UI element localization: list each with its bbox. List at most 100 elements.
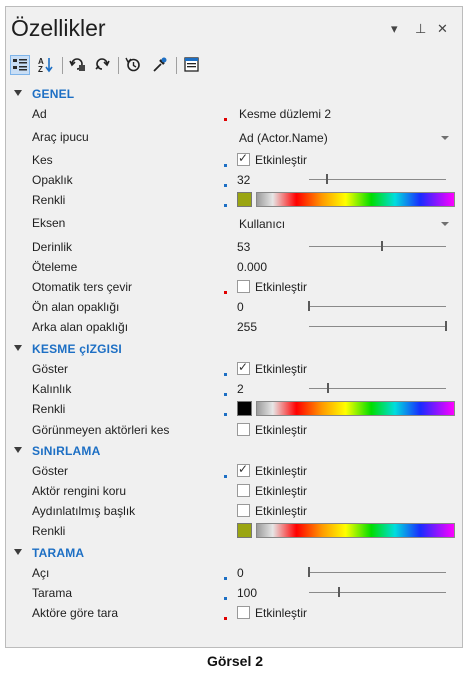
property-name: Araç ipucu (32, 130, 89, 144)
close-icon[interactable]: ✕ (437, 21, 448, 37)
property-row-aktor-rengini-koru[interactable]: Aktör rengini koru Etkinleştir (6, 481, 462, 501)
undo-icon[interactable] (68, 55, 88, 75)
property-value-input[interactable]: 53 (237, 240, 250, 254)
modified-marker (224, 184, 227, 187)
property-row-tarama[interactable]: Tarama 100 (6, 583, 462, 603)
property-name: Aktöre göre tara (32, 606, 119, 620)
property-name: Ön alan opaklığı (32, 300, 120, 314)
property-value-input[interactable]: 0 (237, 566, 244, 580)
property-row-aci[interactable]: Açı 0 (6, 563, 462, 583)
property-value-input[interactable]: 32 (237, 173, 250, 187)
property-row-renkli[interactable]: Renkli (6, 399, 462, 419)
pin-icon[interactable]: ⊥ (415, 21, 426, 37)
collapse-triangle-icon[interactable] (14, 447, 22, 453)
slider-thumb[interactable] (381, 241, 383, 251)
redo-icon[interactable] (92, 55, 112, 75)
checkbox-label: Etkinleştir (255, 362, 308, 376)
back-opacity-slider[interactable] (309, 326, 446, 327)
property-name: Tarama (32, 586, 73, 600)
chevron-down-icon[interactable] (441, 136, 449, 140)
property-row-arka-alan-opakligi[interactable]: Arka alan opaklığı 255 (6, 317, 462, 337)
eyedropper-icon[interactable] (150, 55, 170, 75)
property-row-oteleme[interactable]: Öteleme 0.000 (6, 257, 462, 277)
toolbar-separator (118, 57, 119, 74)
property-pages-icon[interactable] (182, 55, 202, 75)
collapse-triangle-icon[interactable] (14, 345, 22, 351)
opacity-slider[interactable] (309, 179, 446, 180)
property-row-kalinlik[interactable]: Kalınlık 2 (6, 379, 462, 399)
property-name: Ad (32, 107, 47, 121)
enable-checkbox[interactable] (237, 280, 250, 293)
panel-title-bar: Özellikler ▾ ⊥ ✕ (6, 7, 462, 49)
property-row-goster[interactable]: Göster ✓ Etkinleştir (6, 359, 462, 379)
property-row-arac-ipucu[interactable]: Araç ipucu Ad (Actor.Name) (6, 126, 462, 148)
thickness-slider[interactable] (309, 388, 446, 389)
axis-select[interactable]: Kullanıcı (239, 217, 285, 231)
property-value-input[interactable]: 0 (237, 300, 244, 314)
property-row-otomatik-ters-cevir[interactable]: Otomatik ters çevir Etkinleştir (6, 277, 462, 297)
property-value-input[interactable]: 0.000 (237, 260, 267, 274)
property-value-input[interactable]: 2 (237, 382, 244, 396)
enable-checkbox[interactable]: ✓ (237, 462, 250, 477)
slider-thumb[interactable] (308, 567, 310, 577)
required-marker (224, 118, 227, 121)
dropdown-icon[interactable]: ▾ (391, 21, 398, 37)
depth-slider[interactable] (309, 246, 446, 247)
property-row-derinlik[interactable]: Derinlik 53 (6, 237, 462, 257)
modified-marker (224, 393, 227, 396)
enable-checkbox[interactable]: ✓ (237, 360, 250, 375)
required-marker (224, 291, 227, 294)
enable-checkbox[interactable] (237, 504, 250, 517)
enable-checkbox[interactable] (237, 423, 250, 436)
reset-icon[interactable] (124, 55, 144, 75)
slider-thumb[interactable] (445, 321, 447, 331)
category-kesme-cizgisi[interactable]: KESME çIZGISI (6, 339, 462, 358)
tooltip-select[interactable]: Ad (Actor.Name) (239, 131, 328, 145)
color-spectrum-picker[interactable] (256, 523, 455, 538)
alphabetical-sort-icon[interactable]: AZ (36, 55, 56, 75)
property-row-renkli[interactable]: Renkli (6, 521, 462, 541)
property-row-aktore-gore-tara[interactable]: Aktöre göre tara Etkinleştir (6, 603, 462, 623)
color-swatch[interactable] (237, 192, 252, 207)
checkbox-label: Etkinleştir (255, 280, 308, 294)
property-name: Öteleme (32, 260, 78, 274)
property-value-input[interactable]: 100 (237, 586, 257, 600)
property-row-ad[interactable]: Ad Kesme düzlemi 2 (6, 104, 462, 124)
property-value-input[interactable]: 255 (237, 320, 257, 334)
toolbar-separator (176, 57, 177, 74)
slider-thumb[interactable] (327, 383, 329, 393)
enable-checkbox[interactable] (237, 606, 250, 619)
property-name: Görünmeyen aktörleri kes (32, 423, 170, 437)
category-genel[interactable]: GENEL (6, 84, 462, 103)
property-name: Aydınlatılmış başlık (32, 504, 136, 518)
slider-thumb[interactable] (308, 301, 310, 311)
property-row-gorunmeyen-aktorleri-kes[interactable]: Görünmeyen aktörleri kes Etkinleştir (6, 420, 462, 440)
property-row-renkli[interactable]: Renkli (6, 190, 462, 210)
color-spectrum-picker[interactable] (256, 192, 455, 207)
hatch-slider[interactable] (309, 592, 446, 593)
color-swatch[interactable] (237, 523, 252, 538)
color-spectrum-picker[interactable] (256, 401, 455, 416)
enable-checkbox[interactable]: ✓ (237, 151, 250, 166)
property-row-on-alan-opakligi[interactable]: Ön alan opaklığı 0 (6, 297, 462, 317)
property-name: Aktör rengini koru (32, 484, 127, 498)
slider-thumb[interactable] (326, 174, 328, 184)
category-tarama[interactable]: TARAMA (6, 543, 462, 562)
chevron-down-icon[interactable] (441, 222, 449, 226)
property-row-goster[interactable]: Göster ✓ Etkinleştir (6, 461, 462, 481)
property-row-eksen[interactable]: Eksen Kullanıcı (6, 212, 462, 234)
enable-checkbox[interactable] (237, 484, 250, 497)
property-row-opaklik[interactable]: Opaklık 32 (6, 170, 462, 190)
collapse-triangle-icon[interactable] (14, 549, 22, 555)
collapse-triangle-icon[interactable] (14, 90, 22, 96)
slider-thumb[interactable] (338, 587, 340, 597)
color-swatch[interactable] (237, 401, 252, 416)
property-value-input[interactable]: Kesme düzlemi 2 (239, 107, 331, 121)
angle-slider[interactable] (309, 572, 446, 573)
category-label: TARAMA (32, 546, 85, 560)
categorized-view-icon[interactable] (10, 55, 30, 75)
front-opacity-slider[interactable] (309, 306, 446, 307)
property-row-kes[interactable]: Kes ✓ Etkinleştir (6, 150, 462, 170)
property-row-aydinlatilmis-baslik[interactable]: Aydınlatılmış başlık Etkinleştir (6, 501, 462, 521)
category-sinirlama[interactable]: SıNıRLAMA (6, 441, 462, 460)
